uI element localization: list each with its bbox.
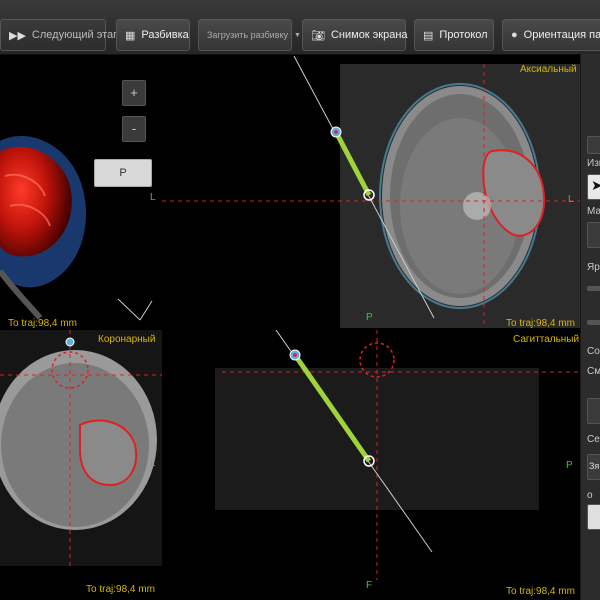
view-title: Аксиальный — [520, 64, 577, 75]
side-marker: P — [566, 460, 573, 471]
tool-button[interactable] — [587, 504, 600, 530]
volume-3d-viewport[interactable]: + - P L To traj:98,4 mm — [0, 56, 162, 330]
panel-label: См — [587, 366, 600, 377]
view-title: Сагиттальный — [513, 334, 580, 345]
panel-tab[interactable] — [587, 136, 600, 154]
patient-orientation-label: Ориентация паци — [523, 29, 600, 41]
traj-distance: To traj:98,4 mm — [8, 318, 77, 329]
top-toolbar: ▶▶ Следующий этап ▦ Разбивка Загрузить р… — [0, 0, 600, 55]
document-icon: ▤ — [423, 29, 434, 42]
patient-orientation-button[interactable]: ● Ориентация паци — [502, 19, 600, 51]
pointer-tool-button[interactable]: ➤ — [587, 174, 600, 200]
tool-button[interactable]: Зя — [587, 454, 600, 480]
axial-viewport[interactable]: Аксиальный L P To traj:98,4 mm — [162, 56, 580, 330]
tool-button[interactable] — [587, 222, 600, 248]
view-title: Коронарный — [98, 334, 156, 345]
protocol-button[interactable]: ▤ Протокол — [414, 19, 494, 51]
contrast-slider[interactable] — [587, 320, 600, 325]
traj-distance: To traj:98,4 mm — [506, 318, 575, 329]
next-step-label: Следующий этап — [31, 29, 120, 41]
orientation-cube-button[interactable]: P — [94, 159, 152, 187]
bottom-marker: F — [366, 580, 373, 591]
sagittal-viewport[interactable]: Сагиттальный P F To traj:98,4 mm — [162, 330, 580, 600]
segmentation-label: Разбивка — [141, 29, 189, 41]
screenshot-button[interactable]: 📷︎ Снимок экрана — [302, 19, 408, 51]
zoom-in-button[interactable]: + — [122, 80, 146, 106]
segmentation-button[interactable]: ▦ Разбивка — [116, 19, 190, 51]
panel-label: о — [587, 490, 593, 501]
sagittal-image — [215, 330, 580, 580]
protocol-label: Протокол — [439, 29, 488, 41]
next-step-button[interactable]: ▶▶ Следующий этап — [0, 19, 119, 51]
side-marker: L — [150, 192, 156, 203]
panel-label: Яр — [587, 262, 600, 273]
coronal-image — [0, 330, 162, 600]
grid-icon: ▦ — [125, 29, 136, 42]
load-segmentation-dropdown[interactable]: Загрузить разбивку ▼ — [198, 19, 301, 51]
side-marker: L — [150, 458, 156, 469]
button-label: Зя — [589, 461, 600, 471]
cursor-arrow-icon: ➤ — [591, 177, 600, 193]
brightness-slider[interactable] — [587, 286, 600, 291]
traj-distance: To traj:98,4 mm — [506, 586, 575, 597]
side-marker: L — [568, 194, 574, 205]
tool-button[interactable] — [587, 398, 600, 424]
panel-label: Изм — [587, 158, 600, 169]
tools-sidepanel: Изм ➤ Ма Яр Со См Се Зя о — [580, 54, 600, 600]
orientation-letter: P — [119, 167, 127, 179]
coronal-viewport[interactable]: Коронарный L To traj:98,4 mm — [0, 330, 162, 600]
bottom-marker: P — [366, 312, 373, 323]
double-chevron-right-icon: ▶▶ — [9, 29, 26, 42]
zoom-in-label: + — [130, 85, 138, 100]
load-segmentation-label: Загрузить разбивку — [207, 30, 289, 40]
camera-icon: 📷︎ — [311, 29, 325, 42]
zoom-out-label: - — [131, 121, 137, 136]
screenshot-label: Снимок экрана — [330, 29, 408, 41]
panel-label: Се — [587, 434, 600, 445]
caret-down-icon: ▼ — [294, 31, 301, 39]
zoom-out-button[interactable]: - — [122, 116, 146, 142]
traj-distance: To traj:98,4 mm — [86, 584, 155, 595]
panel-label: Со — [587, 346, 600, 357]
user-circle-icon: ● — [511, 29, 518, 41]
axial-image — [162, 56, 580, 328]
panel-label: Ма — [587, 206, 600, 217]
